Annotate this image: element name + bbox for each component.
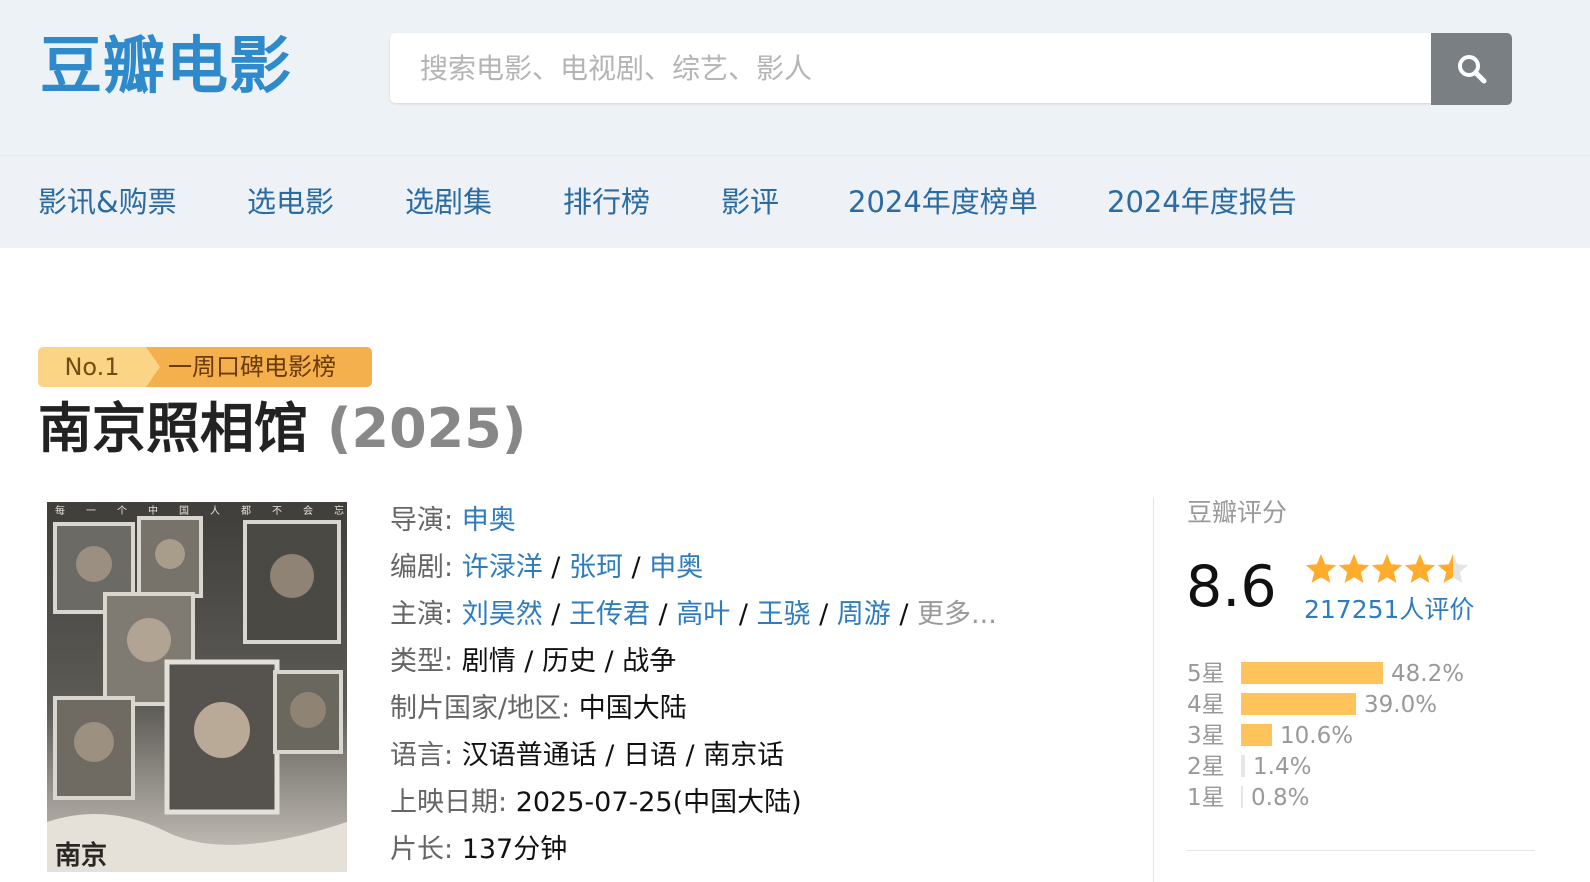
movie-title: 南京照相馆 [38,397,308,460]
rating-dist-row: 3星 10.6% [1187,721,1353,752]
info-country: 制片国家/地区: 中国大陆 [390,685,997,732]
cast-link[interactable]: 高叶 [676,599,730,630]
nav-item-showtimes[interactable]: 影讯&购票 [38,156,177,248]
writer-link[interactable]: 许渌洋 [462,552,543,583]
cast-label: 主演: [390,599,454,630]
dist-label: 3星 [1187,723,1225,749]
info-writers: 编剧: 许渌洋 / 张珂 / 申奥 [390,552,704,583]
runtime-value: 137分钟 [461,834,568,865]
dist-percent: 48.2% [1391,661,1465,687]
writer-link[interactable]: 张珂 [569,552,623,583]
language-value: 日语 [622,740,677,771]
dist-percent: 1.4% [1253,754,1312,780]
dist-bar [1241,693,1356,715]
dist-percent: 10.6% [1280,723,1354,749]
poster-title: 南京 [55,840,107,871]
dist-percent: 39.0% [1364,692,1438,718]
dist-label: 5星 [1187,661,1225,687]
genre-value: 战争 [622,646,677,677]
poster-tagline: 每一个中国人都不会忘记 [55,504,347,517]
rating-dist-row: 5星 48.2% [1187,659,1464,690]
movie-info: 导演: 申奥 编剧: 许渌洋 / 张珂 / 申奥 主演: 刘昊然 / 王传君 /… [390,497,997,873]
movie-poster[interactable]: 每一个中国人都不会忘记 南京 [47,502,347,872]
rating-divider [1187,850,1535,851]
dist-label: 4星 [1187,692,1225,718]
nav-item-reviews[interactable]: 影评 [721,156,779,248]
writer-link[interactable]: 申奥 [649,552,703,583]
cast-link[interactable]: 王骁 [757,599,811,630]
director-label: 导演: [390,505,454,536]
search-input[interactable] [390,33,1431,103]
rank-list-name: 一周口碑电影榜 [146,347,372,387]
rating-dist-row: 1星 0.8% [1187,783,1309,814]
movie-year: (2025) [326,397,527,460]
poster-image: 每一个中国人都不会忘记 南京 [47,502,347,872]
release-value: 2025-07-25(中国大陆) [515,787,802,818]
star-icon [1404,554,1436,583]
dist-bar [1241,755,1245,777]
director-link[interactable]: 申奥 [462,505,516,536]
dist-label: 2星 [1187,754,1225,780]
search-icon [1457,55,1486,84]
language-label: 语言: [390,740,454,771]
writers-label: 编剧: [390,552,454,583]
info-genre: 类型: 剧情 / 历史 / 战争 [390,646,677,677]
star-icon [1305,554,1337,583]
nav-item-tv[interactable]: 选剧集 [405,156,492,248]
rating-count-link[interactable]: 217251人评价 [1304,593,1474,627]
info-release: 上映日期: 2025-07-25(中国大陆) [390,779,997,826]
rating-score: 8.6 [1186,554,1277,620]
search-box[interactable] [390,33,1431,103]
release-label: 上映日期: [390,787,508,818]
star-icon [1371,554,1403,583]
country-label: 制片国家/地区: [390,693,571,724]
dist-bar [1241,662,1383,684]
nav-item-annual-list[interactable]: 2024年度榜单 [848,156,1038,248]
rank-number: No.1 [38,347,160,387]
rank-badge[interactable]: No.1 一周口碑电影榜 [38,347,372,387]
rating-dist-row: 2星 1.4% [1187,752,1311,783]
star-icon [1338,554,1370,583]
search-button[interactable] [1431,33,1512,105]
genre-value: 历史 [541,646,596,677]
header: 豆瓣电影 [0,0,1590,155]
site-logo[interactable]: 豆瓣电影 [40,30,292,102]
nav-item-charts[interactable]: 排行榜 [563,156,650,248]
runtime-label: 片长: [390,834,454,865]
dist-bar [1241,786,1243,808]
dist-label: 1星 [1187,785,1225,811]
cast-link[interactable]: 王传君 [569,599,650,630]
rating-title: 豆瓣评分 [1187,498,1288,527]
main-nav: 影讯&购票 选电影 选剧集 排行榜 影评 2024年度榜单 2024年度报告 [0,155,1590,248]
nav-item-movies[interactable]: 选电影 [247,156,334,248]
cast-more-link[interactable]: 更多... [917,599,997,630]
rating-stars [1304,552,1474,586]
info-cast: 主演: 刘昊然 / 王传君 / 高叶 / 王骁 / 周游 / 更多... [390,599,997,630]
info-language: 语言: 汉语普通话 / 日语 / 南京话 [390,740,785,771]
page-title: 南京照相馆 (2025) [38,395,526,463]
genre-value: 剧情 [461,646,516,677]
genre-label: 类型: [390,646,454,677]
nav-item-annual-report[interactable]: 2024年度报告 [1107,156,1297,248]
country-value: 中国大陆 [578,693,687,724]
star-rating-icon [1305,554,1469,583]
dist-bar [1241,724,1272,746]
info-director: 导演: 申奥 [390,497,997,544]
divider [1153,498,1154,882]
rating-dist-row: 4星 39.0% [1187,690,1437,721]
dist-percent: 0.8% [1251,785,1310,811]
star-icon [1437,554,1469,583]
cast-link[interactable]: 刘昊然 [462,599,543,630]
info-runtime: 片长: 137分钟 [390,826,997,873]
language-value: 南京话 [703,740,785,771]
language-value: 汉语普通话 [461,740,597,771]
cast-link[interactable]: 周游 [837,599,891,630]
